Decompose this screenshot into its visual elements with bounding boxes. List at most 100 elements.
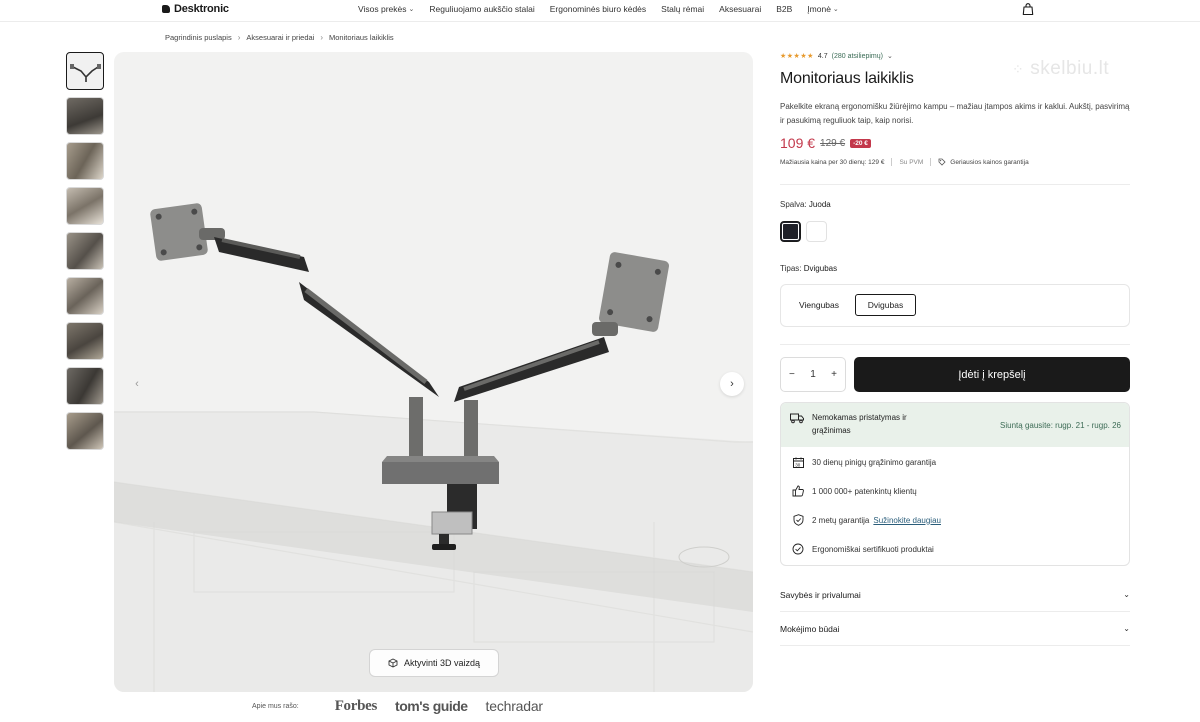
tag-icon xyxy=(938,158,946,166)
3d-cube-icon xyxy=(388,658,398,668)
logo-mark-icon xyxy=(162,5,170,13)
qty-value[interactable]: 1 xyxy=(810,369,816,380)
color-swatch-white[interactable] xyxy=(806,221,827,242)
forbes-logo: Forbes xyxy=(334,697,378,714)
thumbnail-6[interactable] xyxy=(66,277,104,315)
accordion-features[interactable]: Savybės ir privalumai ⌄ xyxy=(780,578,1130,612)
color-option-label: Spalva: Juoda xyxy=(780,200,831,209)
chevron-down-icon: ⌄ xyxy=(832,6,839,13)
type-option-label: Tipas: Dvigubas xyxy=(780,264,838,273)
add-to-cart-button[interactable]: Įdėti į krepšelį xyxy=(854,357,1130,392)
thumbnail-9[interactable] xyxy=(66,412,104,450)
type-option-double[interactable]: Dvigubas xyxy=(855,294,916,316)
monitor-arm-thumbnail xyxy=(70,64,101,82)
shield-check-icon xyxy=(791,513,805,527)
quantity-stepper: − 1 + xyxy=(780,357,846,392)
vat-note: Su PVM xyxy=(899,158,924,166)
info-row-customers: 1 000 000+ patenkintų klientų xyxy=(781,483,1129,499)
breadcrumb-home[interactable]: Pagrindinis puslapis xyxy=(165,33,232,42)
info-row-warranty: 2 metų garantija Sužinokite daugiau xyxy=(781,512,1129,528)
divider xyxy=(780,344,1130,345)
monitor-arm-illustration xyxy=(114,203,753,692)
nav-item-all-products[interactable]: Visos prekės ⌄ xyxy=(358,4,414,14)
watermark: ⁘ skelbiu.lt xyxy=(1012,58,1110,79)
star-rating-icon: ★★★★★ xyxy=(780,53,814,60)
shipping-banner: Nemokamas pristatymas ir grąžinimas Siun… xyxy=(781,403,1129,447)
discount-badge: -20 € xyxy=(850,138,871,148)
learn-more-link[interactable]: Sužinokite daugiau xyxy=(873,516,941,525)
gallery-next-button[interactable]: › xyxy=(720,372,744,396)
chevron-down-icon: ⌄ xyxy=(408,6,415,13)
info-text: 2 metų garantija xyxy=(812,515,870,525)
badge-check-icon xyxy=(791,542,805,556)
toms-guide-logo: tom's guide xyxy=(395,698,468,714)
chevron-down-icon: ⌄ xyxy=(1123,624,1130,633)
info-text: 1 000 000+ patenkintų klientų xyxy=(812,486,917,496)
nav-item-desk-frames[interactable]: Stalų rėmai xyxy=(661,4,704,14)
thumbnail-7[interactable] xyxy=(66,322,104,360)
site-header: Desktronic Visos prekės ⌄ Reguliuojamo au… xyxy=(0,0,1200,22)
press-logos: Apie mus rašo: Forbes tom's guide techra… xyxy=(252,697,561,715)
shopping-bag-icon[interactable] xyxy=(1021,2,1035,16)
qty-decrease-button[interactable]: − xyxy=(789,369,795,380)
product-title: Monitoriaus laikiklis xyxy=(780,70,914,87)
info-text: 30 dienų pinigų grąžinimo garantija xyxy=(812,457,937,467)
info-row-certified: Ergonomiškai sertifikuoti produktai xyxy=(781,541,1129,557)
chevron-right-icon: › xyxy=(320,33,324,42)
price-row: 109 € 129 € -20 € xyxy=(780,135,871,151)
price-meta: Mažiausia kaina per 30 dienų: 129 € Su P… xyxy=(780,158,1029,166)
chevron-down-icon: ⌄ xyxy=(886,53,893,60)
rating-value: 4.7 xyxy=(817,52,828,60)
chevron-right-icon: › xyxy=(730,378,734,390)
thumbnail-2[interactable] xyxy=(66,97,104,135)
old-price: 129 € xyxy=(820,137,846,149)
breadcrumb-current: Monitoriaus laikiklis xyxy=(329,33,394,42)
activate-3d-view-button[interactable]: Aktyvinti 3D vaizdą xyxy=(369,649,499,677)
qty-increase-button[interactable]: + xyxy=(831,369,837,380)
lowest-price-note: Mažiausia kaina per 30 dienų: 129 € xyxy=(780,158,885,166)
chevron-right-icon: › xyxy=(237,33,241,42)
techradar-logo: techradar xyxy=(485,698,544,714)
thumbnail-5[interactable] xyxy=(66,232,104,270)
calendar-icon: 30 xyxy=(791,455,805,469)
review-count: (280 atsiliepimų) xyxy=(831,52,883,60)
watermark-dots-icon: ⁘ xyxy=(1012,60,1025,77)
nav-item-accessories[interactable]: Aksesuarai xyxy=(719,4,761,14)
chevron-down-icon: ⌄ xyxy=(1123,590,1130,599)
thumbnail-1[interactable] xyxy=(66,52,104,90)
gallery-prev-button[interactable]: ‹ xyxy=(125,372,149,396)
color-swatch-black[interactable] xyxy=(780,221,801,242)
truck-icon xyxy=(790,413,804,424)
thumbnail-list xyxy=(66,52,104,450)
shipping-text: Nemokamas pristatymas ir grąžinimas xyxy=(812,413,907,435)
nav-item-company[interactable]: Įmonė ⌄ xyxy=(807,4,839,14)
product-description: Pakelkite ekraną ergonomišku žiūrėjimo k… xyxy=(780,102,1130,125)
divider xyxy=(891,158,893,166)
svg-text:30: 30 xyxy=(795,462,801,467)
info-text: Ergonomiškai sertifikuoti produktai xyxy=(812,544,934,554)
logo-text: Desktronic xyxy=(174,3,229,15)
thumbnail-4[interactable] xyxy=(66,187,104,225)
breadcrumb: Pagrindinis puslapis › Aksesuarai ir pri… xyxy=(165,33,394,42)
thumbnail-3[interactable] xyxy=(66,142,104,180)
main-product-image[interactable] xyxy=(114,52,753,692)
current-price: 109 € xyxy=(780,135,816,151)
press-label: Apie mus rašo: xyxy=(252,702,299,710)
best-price-guarantee[interactable]: Geriausios kainos garantija xyxy=(938,158,1029,166)
divider xyxy=(930,158,932,166)
nav-item-b2b[interactable]: B2B xyxy=(776,4,792,14)
thumbs-up-icon xyxy=(791,484,805,498)
breadcrumb-accessories[interactable]: Aksesuarai ir priedai xyxy=(246,33,314,42)
thumbnail-8[interactable] xyxy=(66,367,104,405)
accordion-payment-methods[interactable]: Mokėjimo būdai ⌄ xyxy=(780,612,1130,646)
nav-item-standing-desks[interactable]: Reguliuojamo aukščio stalai xyxy=(429,4,534,14)
nav-item-office-chairs[interactable]: Ergonominės biuro kėdės xyxy=(550,4,646,14)
info-row-money-back: 30 30 dienų pinigų grąžinimo garantija xyxy=(781,454,1129,470)
chevron-left-icon: ‹ xyxy=(135,378,139,390)
logo[interactable]: Desktronic xyxy=(162,3,229,15)
info-box: Nemokamas pristatymas ir grąžinimas Siun… xyxy=(780,402,1130,566)
type-option-single[interactable]: Viengubas xyxy=(790,294,848,316)
divider xyxy=(780,184,1130,185)
main-nav: Visos prekės ⌄ Reguliuojamo aukščio stala… xyxy=(358,4,854,14)
product-rating[interactable]: ★★★★★ 4.7 (280 atsiliepimų) ⌄ xyxy=(780,52,893,61)
